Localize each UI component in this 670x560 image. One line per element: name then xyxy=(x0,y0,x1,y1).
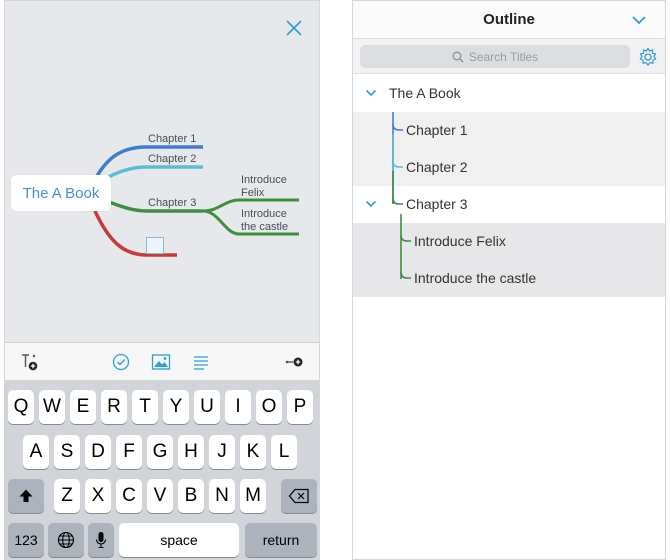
chevron-down-icon[interactable] xyxy=(365,87,377,99)
key-f[interactable]: F xyxy=(116,435,142,469)
key-b[interactable]: B xyxy=(178,479,204,513)
topic-introduce-castle-line1: Introduce xyxy=(241,208,287,220)
image-icon[interactable] xyxy=(151,352,171,372)
chevron-down-icon[interactable] xyxy=(365,198,377,210)
notes-icon[interactable] xyxy=(191,352,211,372)
key-u[interactable]: U xyxy=(194,390,220,424)
mindmap-branches xyxy=(93,145,299,257)
software-keyboard: Q W E R T Y U I O P A S D F G H J K L Z … xyxy=(5,380,319,559)
key-g[interactable]: G xyxy=(147,435,173,469)
space-key[interactable]: space xyxy=(119,523,239,557)
outline-label-chapter-2: Chapter 2 xyxy=(406,159,468,175)
empty-topic-editing[interactable] xyxy=(146,237,164,254)
outline-label-introduce-felix: Introduce Felix xyxy=(414,233,506,249)
topic-introduce-felix-line1: Introduce xyxy=(241,174,287,186)
mindmap-canvas[interactable]: Chapter 1 Chapter 2 Chapter 3 Introduce … xyxy=(5,1,319,341)
key-k[interactable]: K xyxy=(240,435,266,469)
key-t[interactable]: T xyxy=(132,390,158,424)
branch-chapter-2 xyxy=(100,165,203,183)
checkmark-icon[interactable] xyxy=(111,352,131,372)
outline-row-root[interactable]: The A Book xyxy=(353,75,665,112)
search-bar: Search Titles xyxy=(353,39,665,74)
key-m[interactable]: M xyxy=(240,479,266,513)
add-relation-icon[interactable] xyxy=(285,352,305,372)
search-input[interactable]: Search Titles xyxy=(360,45,630,68)
key-p[interactable]: P xyxy=(287,390,313,424)
return-key[interactable]: return xyxy=(245,523,317,557)
topic-chapter-2[interactable]: Chapter 2 xyxy=(148,153,196,166)
outline-row-chapter-1[interactable]: Chapter 1 xyxy=(353,112,665,149)
outline-row-introduce-castle[interactable]: Introduce the castle xyxy=(353,260,665,297)
key-l[interactable]: L xyxy=(271,435,297,469)
shift-icon xyxy=(19,489,33,502)
outline-screen: Outline Search Titles The A Book Chapter… xyxy=(352,0,666,560)
key-s[interactable]: S xyxy=(54,435,80,469)
backspace-icon xyxy=(288,488,309,504)
outline-row-chapter-3[interactable]: Chapter 3 xyxy=(353,186,665,223)
outline-row-introduce-felix[interactable]: Introduce Felix xyxy=(353,223,665,260)
topic-introduce-felix[interactable]: Introduce Felix xyxy=(241,174,287,200)
key-v[interactable]: V xyxy=(147,479,173,513)
gear-icon[interactable] xyxy=(637,46,659,68)
topic-introduce-felix-line2: Felix xyxy=(241,187,265,199)
topic-chapter-3[interactable]: Chapter 3 xyxy=(148,197,196,210)
microphone-icon xyxy=(95,532,107,549)
key-d[interactable]: D xyxy=(85,435,111,469)
globe-icon xyxy=(57,531,75,549)
globe-key[interactable] xyxy=(48,523,84,557)
key-o[interactable]: O xyxy=(256,390,282,424)
key-z[interactable]: Z xyxy=(54,479,80,513)
add-subtopic-icon[interactable] xyxy=(19,352,39,372)
search-icon xyxy=(452,51,464,62)
outline-header: Outline xyxy=(353,1,665,39)
outline-label-root: The A Book xyxy=(389,85,461,101)
outline-label-chapter-3: Chapter 3 xyxy=(406,196,468,212)
key-q[interactable]: Q xyxy=(8,390,34,424)
outline-label-chapter-1: Chapter 1 xyxy=(406,122,468,138)
key-r[interactable]: R xyxy=(101,390,127,424)
topic-introduce-castle[interactable]: Introduce the castle xyxy=(241,208,288,234)
key-j[interactable]: J xyxy=(209,435,235,469)
key-h[interactable]: H xyxy=(178,435,204,469)
outline-title: Outline xyxy=(483,11,535,28)
outline-row-chapter-2[interactable]: Chapter 2 xyxy=(353,149,665,186)
root-topic[interactable]: The A Book xyxy=(11,175,111,211)
mindmap-screen: Chapter 1 Chapter 2 Chapter 3 Introduce … xyxy=(4,0,320,560)
backspace-key[interactable] xyxy=(281,479,317,513)
key-e[interactable]: E xyxy=(70,390,96,424)
key-a[interactable]: A xyxy=(23,435,49,469)
key-y[interactable]: Y xyxy=(163,390,189,424)
numbers-key[interactable]: 123 xyxy=(8,523,44,557)
topic-introduce-castle-line2: the castle xyxy=(241,221,289,233)
editing-toolbar xyxy=(5,342,319,380)
topic-chapter-1[interactable]: Chapter 1 xyxy=(148,133,196,146)
key-w[interactable]: W xyxy=(39,390,65,424)
key-c[interactable]: C xyxy=(116,479,142,513)
search-placeholder: Search Titles xyxy=(468,49,539,64)
outline-label-introduce-castle: Introduce the castle xyxy=(414,270,537,286)
branch-empty xyxy=(93,210,177,257)
dictation-key[interactable] xyxy=(88,523,114,557)
chevron-down-icon[interactable] xyxy=(631,13,647,27)
key-x[interactable]: X xyxy=(85,479,111,513)
key-n[interactable]: N xyxy=(209,479,235,513)
shift-key[interactable] xyxy=(8,479,44,513)
key-i[interactable]: I xyxy=(225,390,251,424)
